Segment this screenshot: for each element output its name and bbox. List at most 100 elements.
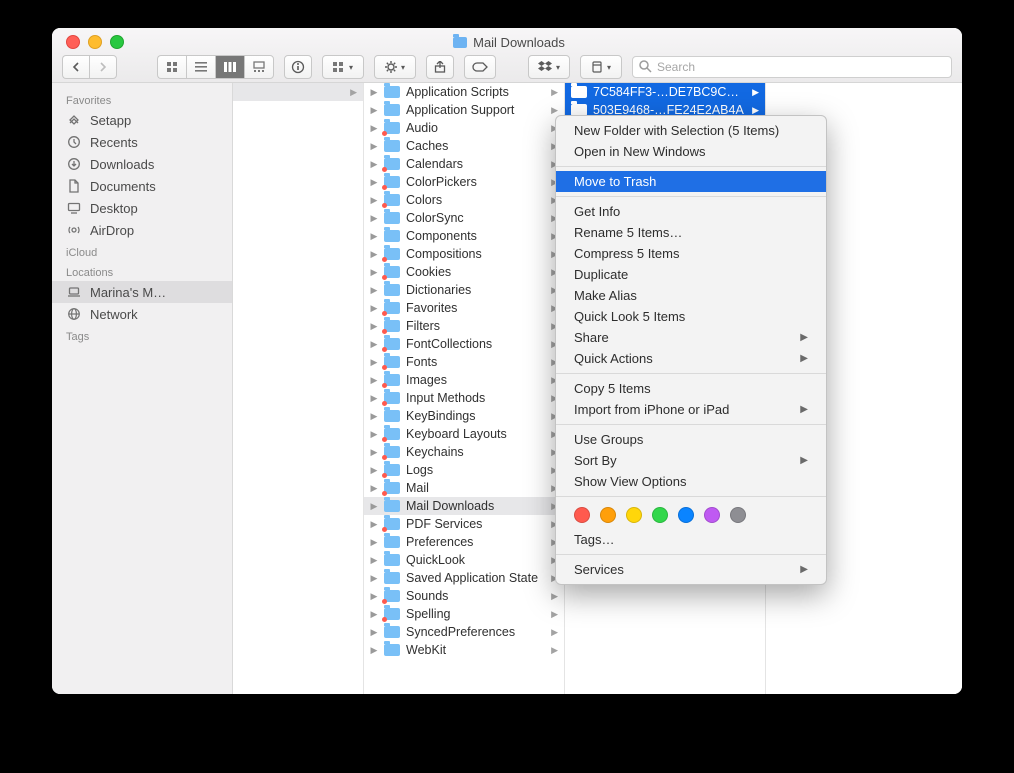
gallery-view-button[interactable] [244, 55, 274, 79]
folder-row[interactable]: ▶Caches▶ [364, 137, 564, 155]
folder-label: Saved Application State [406, 571, 538, 585]
list-view-button[interactable] [186, 55, 215, 79]
folder-row[interactable]: ▶Cookies▶ [364, 263, 564, 281]
sidebar-item[interactable]: Network [52, 303, 232, 325]
laptop-icon [66, 284, 82, 300]
action-button[interactable]: ▾ [374, 55, 416, 79]
folder-row[interactable]: ▶Calendars▶ [364, 155, 564, 173]
icon-view-button[interactable] [157, 55, 186, 79]
menu-item-label: Share [574, 330, 609, 345]
context-menu[interactable]: New Folder with Selection (5 Items)Open … [555, 115, 827, 585]
folder-label: 7C584FF3-…DE7BC9CC87 [593, 85, 746, 99]
tag-color-dot[interactable] [704, 507, 720, 523]
folder-row[interactable]: ▶Favorites▶ [364, 299, 564, 317]
forward-button[interactable] [89, 55, 117, 79]
menu-item[interactable]: Sort By▶ [556, 450, 826, 471]
disclosure-triangle-icon: ▶ [370, 357, 378, 368]
folder-row[interactable]: ▶PDF Services▶ [364, 515, 564, 533]
menu-item[interactable]: Get Info [556, 201, 826, 222]
menu-item[interactable]: Show View Options [556, 471, 826, 492]
folder-row[interactable]: ▶Images▶ [364, 371, 564, 389]
folder-row[interactable]: ▶Filters▶ [364, 317, 564, 335]
column-row[interactable]: ▶ [233, 83, 363, 101]
folder-row[interactable]: ▶Dictionaries▶ [364, 281, 564, 299]
folder-label: QuickLook [406, 553, 465, 567]
folder-row[interactable]: ▶Sounds▶ [364, 587, 564, 605]
folder-row[interactable]: ▶Fonts▶ [364, 353, 564, 371]
menu-item[interactable]: Move to Trash [556, 171, 826, 192]
folder-row[interactable]: ▶Spelling▶ [364, 605, 564, 623]
menu-item[interactable]: Quick Actions▶ [556, 348, 826, 369]
disclosure-triangle-icon: ▶ [370, 303, 378, 314]
folder-row[interactable]: ▶SyncedPreferences▶ [364, 623, 564, 641]
menu-separator [556, 496, 826, 497]
info-button[interactable] [284, 55, 312, 79]
menu-item[interactable]: Quick Look 5 Items [556, 306, 826, 327]
folder-row[interactable]: ▶Keyboard Layouts▶ [364, 425, 564, 443]
sidebar-item[interactable]: Desktop [52, 197, 232, 219]
folder-row[interactable]: ▶Audio▶ [364, 119, 564, 137]
folder-row[interactable]: ▶Logs▶ [364, 461, 564, 479]
folder-row[interactable]: ▶Components▶ [364, 227, 564, 245]
folder-row[interactable]: ▶ColorSync▶ [364, 209, 564, 227]
tags-button[interactable] [464, 55, 496, 79]
dropbox-button[interactable]: ▾ [528, 55, 570, 79]
tag-color-dot[interactable] [600, 507, 616, 523]
group-button[interactable]: ▾ [322, 55, 364, 79]
tag-color-dot[interactable] [652, 507, 668, 523]
folder-row[interactable]: ▶FontCollections▶ [364, 335, 564, 353]
folder-row[interactable]: ▶Application Scripts▶ [364, 83, 564, 101]
folder-row[interactable]: ▶Colors▶ [364, 191, 564, 209]
folder-row[interactable]: ▶QuickLook▶ [364, 551, 564, 569]
folder-row[interactable]: ▶Input Methods▶ [364, 389, 564, 407]
folder-row[interactable]: ▶WebKit▶ [364, 641, 564, 659]
menu-item[interactable]: Copy 5 Items [556, 378, 826, 399]
folder-row[interactable]: 7C584FF3-…DE7BC9CC87▶ [565, 83, 765, 101]
sidebar-item[interactable]: Setapp [52, 109, 232, 131]
menu-item[interactable]: Compress 5 Items [556, 243, 826, 264]
sidebar-item[interactable]: Marina's M… [52, 281, 232, 303]
close-button[interactable] [66, 35, 80, 49]
column-2[interactable]: ▶Application Scripts▶▶Application Suppor… [364, 83, 565, 694]
menu-item[interactable]: New Folder with Selection (5 Items) [556, 120, 826, 141]
folder-row[interactable]: ▶Saved Application State▶ [364, 569, 564, 587]
sidebar-item[interactable]: Documents [52, 175, 232, 197]
menu-item[interactable]: Tags… [556, 529, 826, 550]
share-button[interactable] [426, 55, 454, 79]
menu-item-label: Tags… [574, 532, 614, 547]
menu-item[interactable]: Rename 5 Items… [556, 222, 826, 243]
column-view-button[interactable] [215, 55, 244, 79]
menu-item[interactable]: Use Groups [556, 429, 826, 450]
sidebar-item[interactable]: AirDrop [52, 219, 232, 241]
cleanup-button[interactable]: ▾ [580, 55, 622, 79]
menu-item[interactable]: Duplicate [556, 264, 826, 285]
tag-color-dot[interactable] [574, 507, 590, 523]
search-input[interactable] [632, 56, 952, 78]
menu-item[interactable]: Share▶ [556, 327, 826, 348]
tag-color-dot[interactable] [730, 507, 746, 523]
minimize-button[interactable] [88, 35, 102, 49]
tag-color-dot[interactable] [626, 507, 642, 523]
folder-row[interactable]: ▶Preferences▶ [364, 533, 564, 551]
back-button[interactable] [62, 55, 89, 79]
folder-label: Input Methods [406, 391, 485, 405]
folder-row[interactable]: ▶Compositions▶ [364, 245, 564, 263]
sidebar-item[interactable]: Recents [52, 131, 232, 153]
column-1[interactable]: ▶ [233, 83, 364, 694]
folder-row[interactable]: ▶Keychains▶ [364, 443, 564, 461]
folder-row[interactable]: ▶Application Support▶ [364, 101, 564, 119]
menu-item[interactable]: Services▶ [556, 559, 826, 580]
zoom-button[interactable] [110, 35, 124, 49]
folder-row[interactable]: ▶Mail▶ [364, 479, 564, 497]
chevron-right-icon: ▶ [551, 627, 558, 638]
menu-item-label: Show View Options [574, 474, 687, 489]
tag-color-dot[interactable] [678, 507, 694, 523]
disclosure-triangle-icon: ▶ [370, 573, 378, 584]
folder-row[interactable]: ▶Mail Downloads▶ [364, 497, 564, 515]
menu-item[interactable]: Open in New Windows [556, 141, 826, 162]
folder-row[interactable]: ▶KeyBindings▶ [364, 407, 564, 425]
menu-item[interactable]: Import from iPhone or iPad▶ [556, 399, 826, 420]
folder-row[interactable]: ▶ColorPickers▶ [364, 173, 564, 191]
menu-item[interactable]: Make Alias [556, 285, 826, 306]
sidebar-item[interactable]: Downloads [52, 153, 232, 175]
